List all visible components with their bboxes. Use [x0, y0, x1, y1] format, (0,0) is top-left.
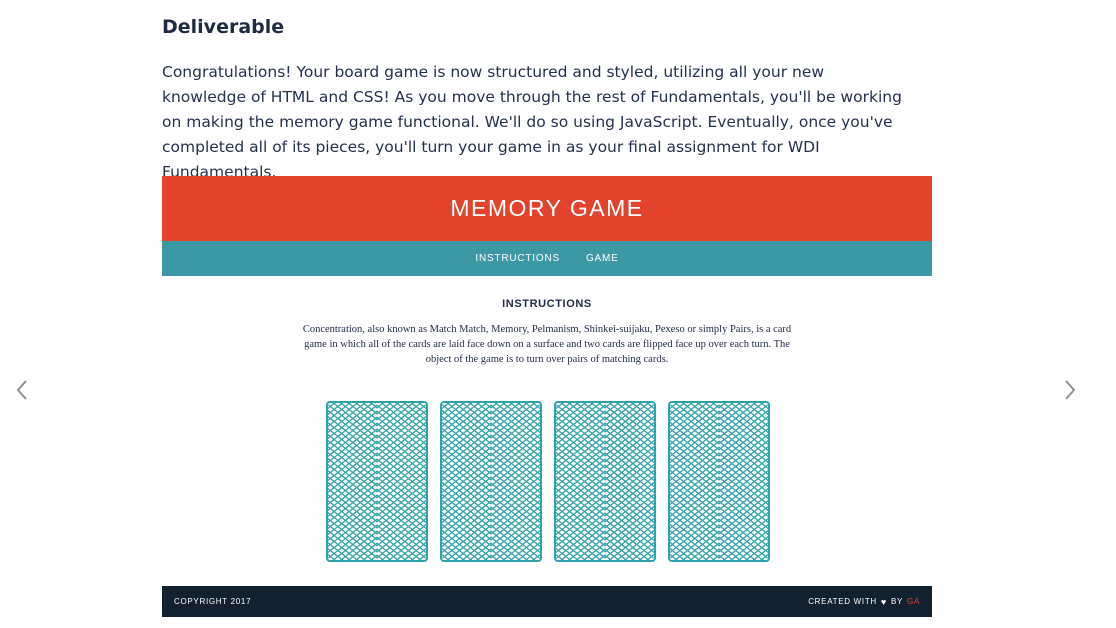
card-back[interactable]	[326, 401, 428, 562]
game-title: MEMORY GAME	[450, 195, 644, 221]
card-back[interactable]	[668, 401, 770, 562]
prev-slide-button[interactable]	[12, 376, 32, 404]
ga-brand-link[interactable]: GA	[907, 597, 920, 606]
memory-game-screenshot: MEMORY GAME INSTRUCTIONS GAME INSTRUCTIO…	[162, 176, 932, 617]
chevron-left-icon	[16, 380, 27, 400]
next-slide-button[interactable]	[1060, 376, 1080, 404]
game-nav: INSTRUCTIONS GAME	[162, 241, 932, 276]
copyright-text: COPYRIGHT 2017	[174, 597, 252, 606]
credit-by: BY	[890, 597, 904, 606]
credit-prefix: CREATED WITH	[808, 597, 877, 606]
credit-line: CREATED WITH ♥ BY GA	[808, 597, 920, 607]
game-footer: COPYRIGHT 2017 CREATED WITH ♥ BY GA	[162, 586, 932, 617]
game-header: MEMORY GAME	[162, 176, 932, 241]
instructions-text: Concentration, also known as Match Match…	[302, 324, 792, 365]
nav-game-link[interactable]: GAME	[586, 253, 619, 264]
card-back[interactable]	[554, 401, 656, 562]
section-paragraph: Congratulations! Your board game is now …	[162, 63, 902, 181]
chevron-right-icon	[1065, 380, 1076, 400]
card-board	[326, 401, 770, 562]
instructions-title: INSTRUCTIONS	[502, 298, 592, 310]
nav-instructions-link[interactable]: INSTRUCTIONS	[475, 253, 560, 264]
card-back[interactable]	[440, 401, 542, 562]
heart-icon: ♥	[880, 596, 887, 607]
section-heading: Deliverable	[162, 16, 285, 38]
